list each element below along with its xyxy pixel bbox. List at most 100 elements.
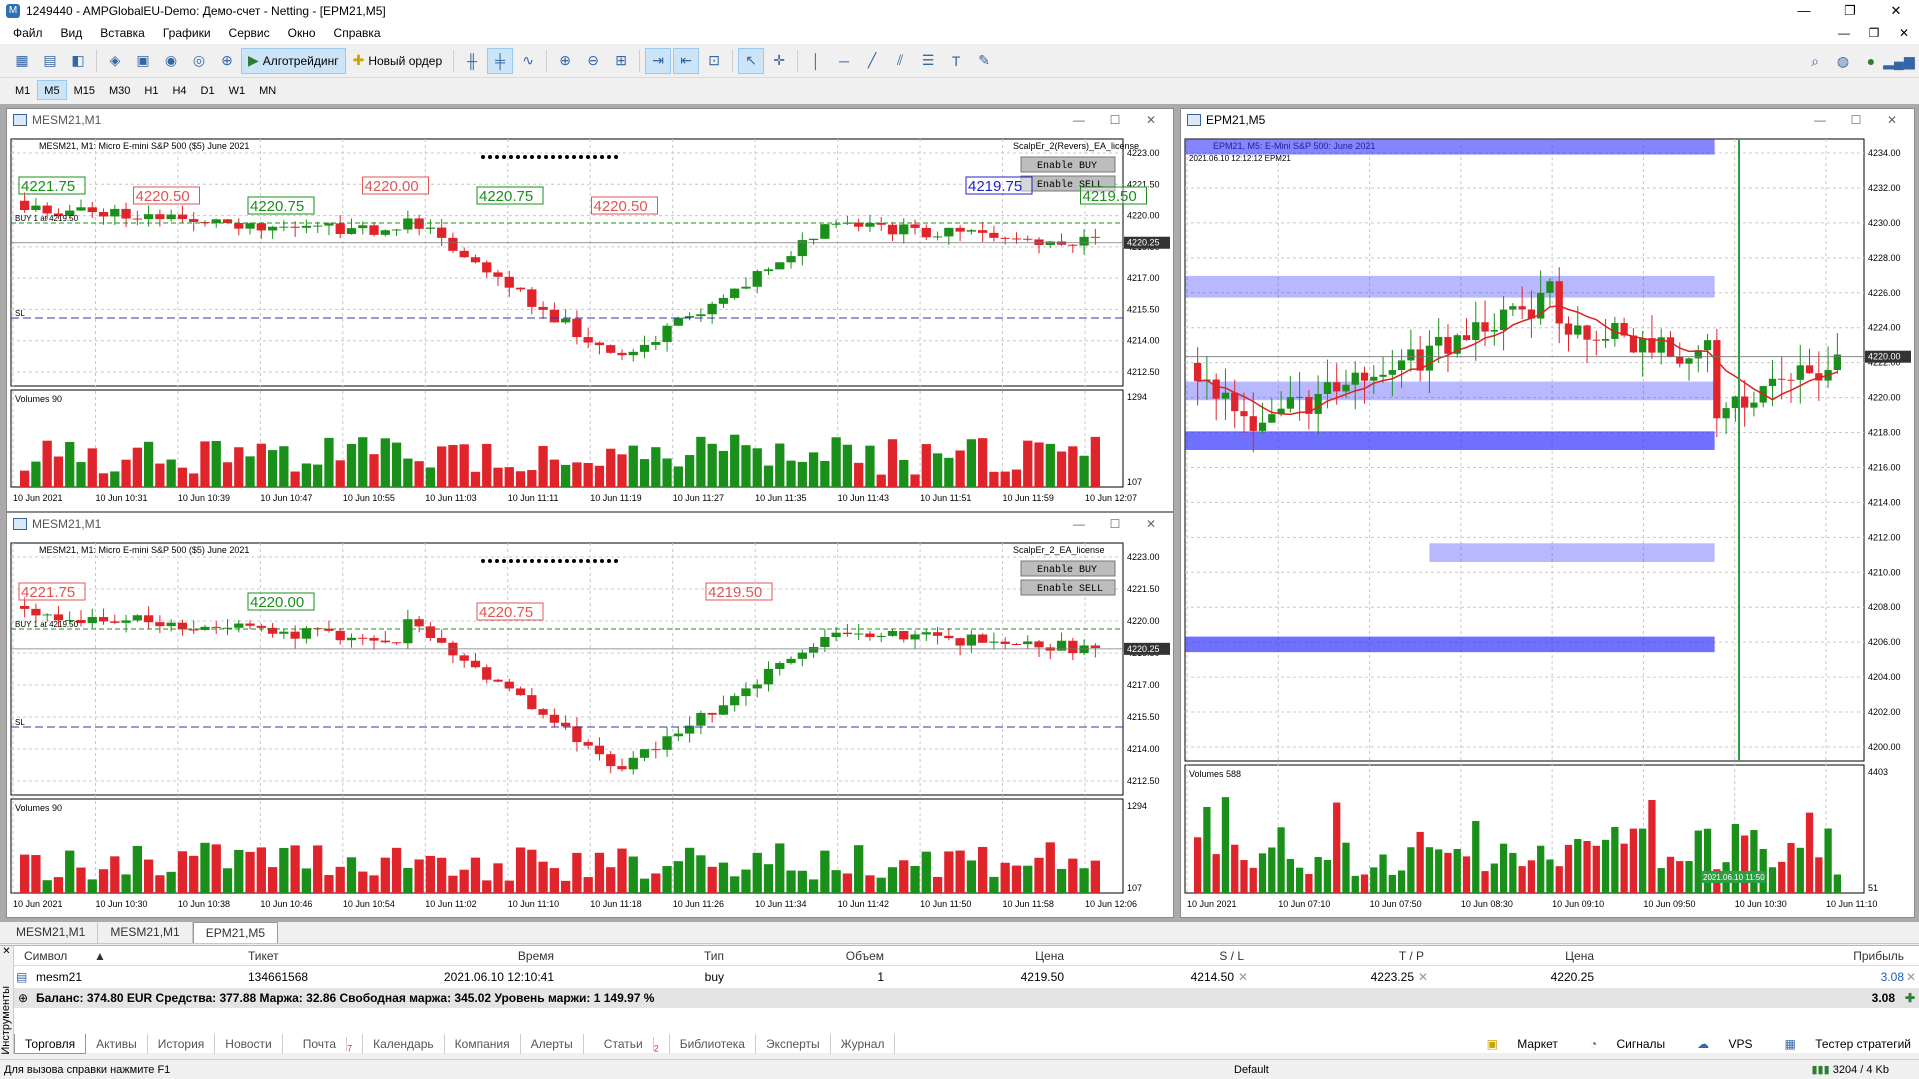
tile-windows-icon[interactable]: ⊞ [608, 48, 634, 74]
tab-alerts[interactable]: Алерты [521, 1034, 584, 1054]
autoscroll-icon[interactable]: ⇥ [645, 47, 672, 74]
menu-window[interactable]: Окно [279, 26, 325, 40]
chart-tab-1[interactable]: MESM21,M1 [4, 922, 99, 943]
cursor-icon[interactable]: ↖ [738, 47, 765, 74]
col-price[interactable]: Цена [964, 946, 1064, 966]
chart-canvas[interactable]: 4223.004221.504220.004218.504217.004215.… [7, 535, 1173, 917]
tab-library[interactable]: Библиотека [670, 1034, 756, 1054]
tf-m1[interactable]: M1 [8, 80, 37, 100]
col-volume[interactable]: Объем [784, 946, 884, 966]
menu-view[interactable]: Вид [52, 26, 92, 40]
close-icon[interactable]: ✕ [0, 946, 13, 957]
tab-company[interactable]: Компания [445, 1034, 521, 1054]
mdi-restore-button[interactable]: ❐ [1859, 22, 1889, 44]
tab-journal[interactable]: Журнал [831, 1034, 896, 1054]
tab-history[interactable]: История [148, 1034, 216, 1054]
chart-shift-icon[interactable]: ⇤ [673, 47, 700, 74]
chart-tab-3[interactable]: EPM21,M5 [192, 922, 279, 943]
position-sl[interactable]: 4214.50 [1134, 967, 1234, 987]
market-watch-icon[interactable]: ◧ [65, 48, 91, 74]
tf-h1[interactable]: H1 [137, 80, 165, 100]
tab-calendar[interactable]: Календарь [363, 1034, 445, 1054]
tester-tab[interactable]: ▦ Тестер стратегий [1769, 1034, 1911, 1054]
tab-exposure[interactable]: Активы [86, 1034, 148, 1054]
chart-maximize-button[interactable]: ☐ [1097, 513, 1133, 535]
mdi-minimize-button[interactable]: — [1829, 22, 1859, 44]
col-profit[interactable]: Прибыль [1794, 946, 1904, 966]
algo-trading-button[interactable]: ▶ Алготрейдинг [241, 47, 346, 74]
mdi-close-button[interactable]: ✕ [1889, 22, 1919, 44]
bar-chart-icon[interactable]: ╫ [459, 48, 485, 74]
position-row[interactable]: ▤ mesm21 134661568 2021.06.10 12:10:41 b… [14, 967, 1919, 987]
chart-minimize-button[interactable]: — [1802, 109, 1838, 131]
menu-file[interactable]: Файл [4, 26, 52, 40]
signals-tab[interactable]: ◔ Сигналы [1574, 1034, 1665, 1054]
profiles-icon[interactable]: ▤ [37, 48, 63, 74]
tab-articles[interactable]: Статьи 2 [584, 1034, 670, 1054]
account-icon[interactable]: ◍ [1830, 48, 1856, 74]
trend-line-icon[interactable]: ╱ [859, 48, 885, 74]
lvl-icon[interactable]: ● [1858, 48, 1884, 74]
col-time[interactable]: Время [434, 946, 554, 966]
tf-d1[interactable]: D1 [194, 80, 222, 100]
chart-tab-2[interactable]: MESM21,M1 [98, 922, 193, 943]
new-chart-icon[interactable]: ▦ [9, 48, 35, 74]
chart-close-button[interactable]: ✕ [1874, 109, 1910, 131]
col-sl[interactable]: S / L [1134, 946, 1244, 966]
expand-icon[interactable]: ⊕ [18, 988, 28, 1008]
tf-w1[interactable]: W1 [222, 80, 253, 100]
zoom-out-icon[interactable]: ⊖ [580, 48, 606, 74]
tf-m15[interactable]: M15 [67, 80, 102, 100]
chart-minimize-button[interactable]: — [1061, 109, 1097, 131]
shapes-icon[interactable]: ✎ [971, 48, 997, 74]
chart-maximize-button[interactable]: ☐ [1838, 109, 1874, 131]
tab-news[interactable]: Новости [215, 1034, 283, 1054]
new-order-button[interactable]: ✚ Новый ордер [346, 48, 450, 74]
remove-tp-icon[interactable]: ✕ [1418, 967, 1428, 987]
tf-h4[interactable]: H4 [165, 80, 193, 100]
search-icon[interactable]: ⌕ [1802, 48, 1828, 74]
tab-trade[interactable]: Торговля [14, 1034, 87, 1054]
chart-close-button[interactable]: ✕ [1133, 109, 1169, 131]
zoom-in-icon[interactable]: ⊕ [552, 48, 578, 74]
menu-charts[interactable]: Графики [154, 26, 220, 40]
col-ticket[interactable]: Тикет [248, 946, 279, 966]
minimize-button[interactable]: — [1781, 0, 1827, 22]
tf-m5[interactable]: M5 [37, 80, 67, 100]
tab-mailbox[interactable]: Почта 7 [283, 1034, 364, 1054]
chart-maximize-button[interactable]: ☐ [1097, 109, 1133, 131]
chart-minimize-button[interactable]: — [1061, 513, 1097, 535]
position-tp[interactable]: 4223.25 [1314, 967, 1414, 987]
menu-help[interactable]: Справка [325, 26, 390, 40]
tf-mn[interactable]: MN [252, 80, 283, 100]
horizontal-line-icon[interactable]: ─ [831, 48, 857, 74]
tab-experts[interactable]: Эксперты [756, 1034, 831, 1054]
crosshair-icon[interactable]: ✛ [766, 48, 792, 74]
tester-icon[interactable]: ◎ [186, 48, 212, 74]
search-signals-icon[interactable]: ⊕ [214, 48, 240, 74]
candlestick-icon[interactable]: ╪ [487, 47, 514, 74]
chart-canvas[interactable]: 4234.00 4232.00 4230.00 4228.00 4226.00 4224.… [1181, 131, 1914, 917]
close-button[interactable]: ✕ [1873, 0, 1919, 22]
remove-sl-icon[interactable]: ✕ [1238, 967, 1248, 987]
chart-window-mesm21-1[interactable]: MESM21,M1 —☐✕ 4223.004221.504220.004218.… [6, 108, 1174, 512]
menu-tools[interactable]: Сервис [220, 26, 279, 40]
menu-insert[interactable]: Вставка [91, 26, 154, 40]
line-chart-icon[interactable]: ∿ [515, 48, 541, 74]
vps-tab[interactable]: ☁ VPS [1681, 1034, 1752, 1054]
col-current-price[interactable]: Цена [1494, 946, 1594, 966]
market-tab[interactable]: ▣ Маркет [1471, 1034, 1558, 1054]
close-position-icon[interactable]: ✕ [1906, 967, 1916, 987]
col-symbol[interactable]: Символ [24, 946, 67, 966]
maximize-button[interactable]: ❐ [1827, 0, 1873, 22]
equidistant-channel-icon[interactable]: ⫽ [887, 48, 913, 74]
tf-m30[interactable]: M30 [102, 80, 137, 100]
text-icon[interactable]: T [943, 48, 969, 74]
data-window-icon[interactable]: ▣ [130, 48, 156, 74]
indicators-icon[interactable]: ⊡ [701, 48, 727, 74]
col-type[interactable]: Тип [614, 946, 724, 966]
chart-window-epm21[interactable]: EPM21,M5 — ☐ ✕ 4234.00 4232.00 4230.00 4228.0… [1180, 108, 1915, 918]
vertical-line-icon[interactable]: │ [803, 48, 829, 74]
fibonacci-icon[interactable]: ☰ [915, 48, 941, 74]
chart-window-mesm21-2[interactable]: MESM21,M1 —☐✕ 4223.004221.504220.004218.… [6, 512, 1174, 918]
